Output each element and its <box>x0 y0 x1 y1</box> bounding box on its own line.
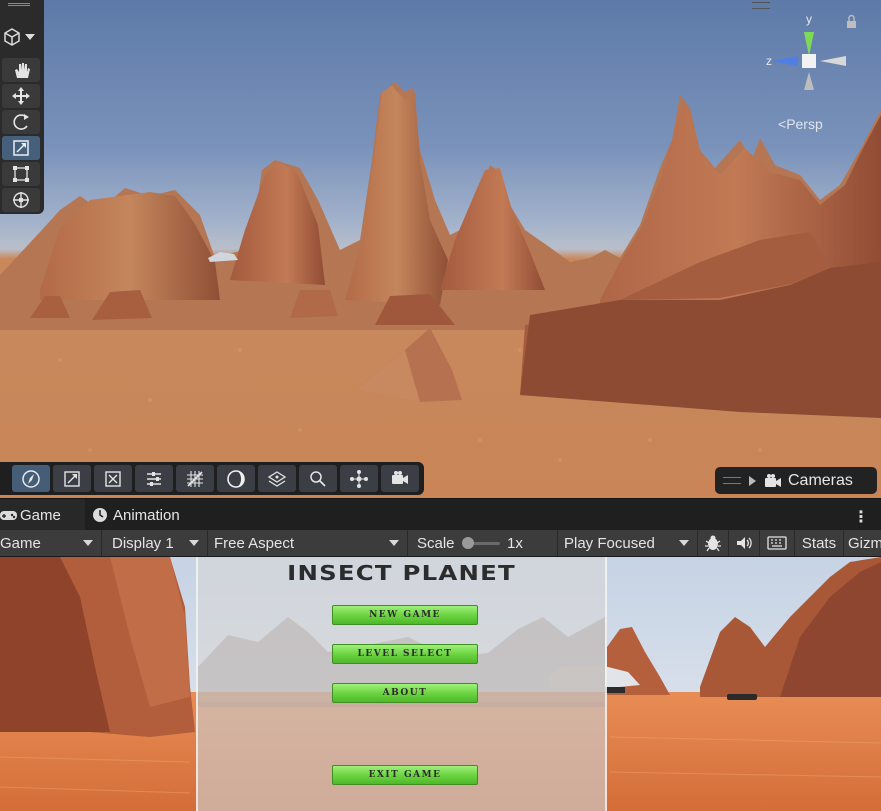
tab-game-label: Game <box>20 506 61 524</box>
align-icon <box>147 471 161 486</box>
gizmos-button[interactable]: Gizm <box>844 530 881 556</box>
move-tool-button[interactable] <box>2 84 40 108</box>
scene-tools-palette <box>0 0 44 214</box>
z-axis-cone[interactable] <box>772 56 798 66</box>
tab-animation[interactable]: Animation <box>92 499 180 531</box>
play-mode-value: Play Focused <box>564 534 655 552</box>
grid-button[interactable] <box>176 465 214 492</box>
pivot-icon <box>350 469 368 488</box>
chevron-down-icon <box>83 540 93 546</box>
layers-icon <box>267 470 287 487</box>
rotate-icon <box>13 114 29 130</box>
scale-icon <box>13 140 29 156</box>
scale-label: Scale <box>417 534 455 552</box>
clock-icon <box>93 508 107 522</box>
search-button[interactable] <box>299 465 337 492</box>
view-tool-button[interactable] <box>2 58 40 82</box>
game-view[interactable]: INSECT PLANET NEW GAME LEVEL SELECT ABOU… <box>0 557 881 811</box>
palette-grip[interactable] <box>8 3 30 6</box>
display-value: Display 1 <box>112 534 174 552</box>
cameras-label: Cameras <box>788 471 853 489</box>
speaker-icon <box>737 537 752 549</box>
scene-view[interactable]: y z <Persp Cameras <box>0 0 881 498</box>
shading-icon <box>227 469 245 488</box>
window-tab-bar: Game Animation ⋮ <box>0 498 881 531</box>
chevron-down-icon <box>389 540 399 546</box>
compass-icon <box>22 469 40 488</box>
scale-value: 1x <box>507 534 523 552</box>
stats-label: Stats <box>801 534 837 552</box>
orientation-dropdown[interactable] <box>2 26 40 46</box>
transform-icon <box>13 192 29 208</box>
chevron-down-icon <box>679 540 689 546</box>
search-icon <box>310 470 326 487</box>
bug-icon <box>705 535 721 552</box>
orientation-gizmo[interactable]: y z <box>758 10 868 105</box>
z-axis-label: z <box>766 54 772 68</box>
scene-overlay-toolbar <box>0 462 424 495</box>
camera-icon <box>765 473 781 487</box>
snap-icon <box>105 470 121 487</box>
play-mode-dropdown[interactable]: Play Focused <box>558 530 698 556</box>
pivot-button[interactable] <box>340 465 378 492</box>
tab-game[interactable]: Game <box>0 499 85 531</box>
snap-button[interactable] <box>94 465 132 492</box>
scene-terrain <box>0 82 881 498</box>
x-axis-cone[interactable] <box>820 56 846 66</box>
drag-handle-icon[interactable] <box>723 477 741 484</box>
y-axis-label: y <box>806 12 812 26</box>
cube-icon <box>4 28 35 46</box>
new-game-button[interactable]: NEW GAME <box>332 605 478 625</box>
gamepad-icon <box>0 511 17 520</box>
aspect-value: Free Aspect <box>214 534 295 552</box>
overlay-grip[interactable] <box>752 2 770 9</box>
debug-button[interactable] <box>698 530 729 556</box>
neg-y-axis-cone[interactable] <box>804 72 814 90</box>
game-mode-dropdown[interactable]: Game <box>0 530 102 556</box>
game-title: INSECT PLANET <box>287 561 516 585</box>
mute-audio-button[interactable] <box>729 530 760 556</box>
layers-button[interactable] <box>258 465 296 492</box>
gizmo-center-cube[interactable] <box>802 54 816 68</box>
aspect-dropdown[interactable]: Free Aspect <box>208 530 408 556</box>
exit-game-button[interactable]: EXIT GAME <box>332 765 478 785</box>
more-options-icon[interactable]: ⋮ <box>853 507 869 526</box>
chevron-down-icon <box>189 540 199 546</box>
rotate-tool-button[interactable] <box>2 110 40 134</box>
gizmos-label: Gizm <box>848 534 881 552</box>
tab-animation-label: Animation <box>113 506 180 524</box>
level-select-button[interactable]: LEVEL SELECT <box>332 644 478 664</box>
y-axis-cone[interactable] <box>804 32 814 56</box>
camera-icon <box>392 470 408 484</box>
camera-button[interactable] <box>381 465 419 492</box>
scale-slider-thumb[interactable] <box>462 537 474 549</box>
shading-button[interactable] <box>217 465 255 492</box>
rect-transform-icon <box>13 166 29 182</box>
resize-icon <box>64 470 80 487</box>
stats-button[interactable]: Stats <box>795 530 844 556</box>
display-dropdown[interactable]: Display 1 <box>102 530 208 556</box>
expand-arrow-icon[interactable] <box>749 475 756 486</box>
align-button[interactable] <box>135 465 173 492</box>
compass-button[interactable] <box>12 465 50 492</box>
keyboard-icon <box>767 536 787 550</box>
resize-button[interactable] <box>53 465 91 492</box>
keyboard-shortcuts-button[interactable] <box>760 530 795 556</box>
rect-tool-button[interactable] <box>2 162 40 186</box>
game-mode-value: Game <box>0 534 41 552</box>
persp-arrow-icon: < <box>778 116 787 132</box>
move-icon <box>12 87 30 105</box>
game-view-toolbar: Game Display 1 Free Aspect Scale 1x Play… <box>0 530 881 557</box>
scale-tool-button[interactable] <box>2 136 40 160</box>
lock-icon[interactable] <box>847 14 856 29</box>
projection-label[interactable]: <Persp <box>778 116 823 132</box>
main-menu-panel: INSECT PLANET NEW GAME LEVEL SELECT ABOU… <box>196 557 607 811</box>
cameras-overlay[interactable]: Cameras <box>715 467 877 494</box>
hand-icon <box>15 63 30 78</box>
about-button[interactable]: ABOUT <box>332 683 478 703</box>
grid-icon <box>187 470 203 487</box>
transform-tool-button[interactable] <box>2 188 40 212</box>
